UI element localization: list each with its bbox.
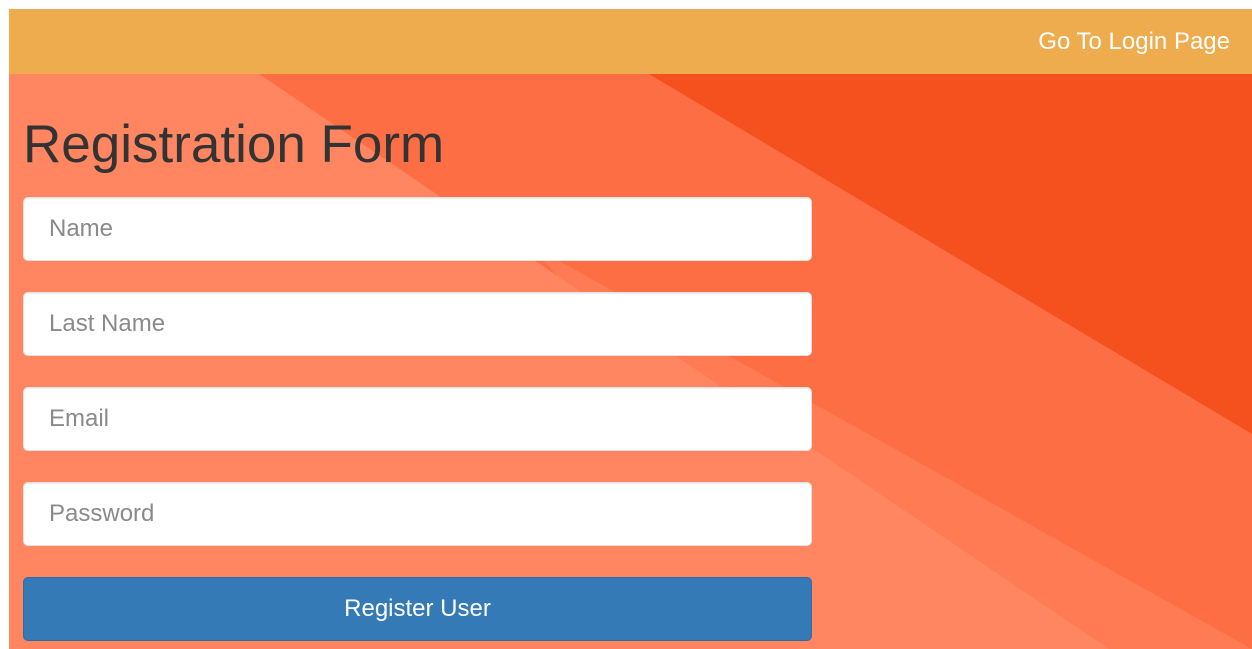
register-user-button[interactable]: Register User — [23, 577, 812, 641]
go-to-login-link[interactable]: Go To Login Page — [1038, 28, 1230, 56]
name-input[interactable] — [23, 197, 812, 261]
last-name-input[interactable] — [23, 292, 812, 356]
top-navbar: Go To Login Page — [9, 9, 1252, 74]
registration-section: Registration Form Register User — [9, 74, 1252, 649]
email-input[interactable] — [23, 387, 812, 451]
password-input[interactable] — [23, 482, 812, 546]
page-frame: Go To Login Page Registration Form Regis… — [9, 9, 1252, 649]
form-title: Registration Form — [23, 115, 445, 174]
